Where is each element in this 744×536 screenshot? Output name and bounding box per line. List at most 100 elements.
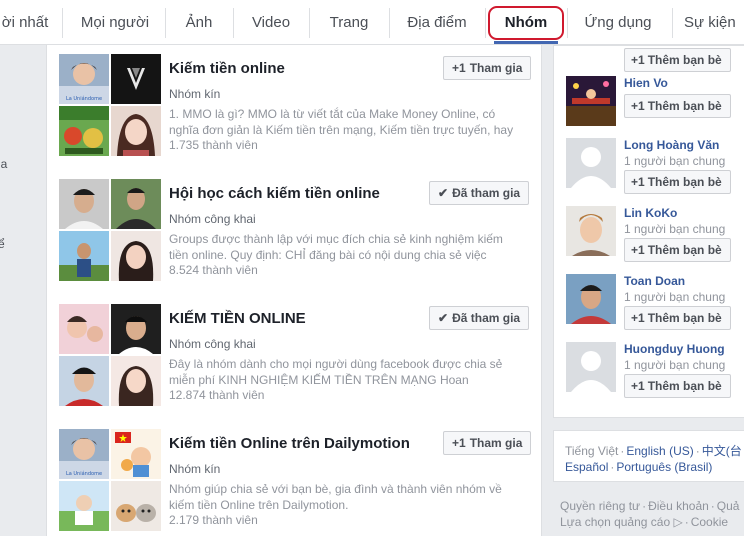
group-description: Đây là nhóm dành cho mọi người dùng face… bbox=[169, 357, 503, 387]
member-photo bbox=[111, 231, 161, 281]
tab-groups[interactable]: Nhóm bbox=[494, 0, 558, 44]
check-icon: ✔ bbox=[438, 311, 449, 325]
language-link[interactable]: Português (Brasil) bbox=[616, 460, 712, 474]
group-result: La Uniándome Kiếm tiền online Nhóm kín 1… bbox=[59, 54, 532, 158]
person-avatar[interactable] bbox=[566, 138, 616, 188]
group-title-link[interactable]: KIẾM TIỀN ONLINE bbox=[169, 310, 306, 327]
cookies-link[interactable]: Cookie bbox=[691, 515, 728, 529]
tab-top[interactable]: ời nhất bbox=[0, 0, 50, 44]
tab-videos[interactable]: Video bbox=[234, 0, 308, 44]
join-icon: +1 bbox=[452, 61, 466, 75]
member-photo bbox=[111, 429, 161, 479]
add-friend-label: Thêm bạn bè bbox=[647, 311, 722, 325]
terms-link[interactable]: Điều khoản bbox=[648, 499, 709, 513]
join-group-button[interactable]: +1 Tham gia bbox=[443, 56, 532, 80]
mutual-friends[interactable]: 1 người bạn chung bbox=[624, 222, 725, 236]
add-friend-button[interactable]: +1 Thêm bạn bè bbox=[624, 48, 731, 72]
member-photo bbox=[111, 356, 161, 406]
ads-link[interactable]: Quả bbox=[717, 499, 740, 513]
add-friend-label: Thêm bạn bè bbox=[647, 99, 722, 113]
privacy-link[interactable]: Quyền riêng tư bbox=[560, 499, 640, 513]
group-member-count: 2.179 thành viên bbox=[169, 513, 258, 527]
person-suggestion: Toan Doan 1 người bạn chung +1 Thêm bạn b… bbox=[566, 274, 744, 338]
group-member-count: 1.735 thành viên bbox=[169, 138, 258, 152]
language-link[interactable]: English (US) bbox=[626, 444, 693, 458]
mutual-friends[interactable]: 1 người bạn chung bbox=[624, 154, 725, 168]
member-photo bbox=[111, 179, 161, 229]
group-result: Hội học cách kiếm tiền online Nhóm công … bbox=[59, 179, 531, 283]
group-description: Groups được thành lập với mục đích chia … bbox=[169, 232, 503, 262]
ad-choices-link[interactable]: Lựa chọn quảng cáo bbox=[560, 515, 670, 529]
group-cover-grid[interactable] bbox=[59, 179, 161, 281]
check-icon: ✔ bbox=[438, 186, 449, 200]
member-photo bbox=[59, 304, 109, 354]
add-friend-label: Thêm bạn bè bbox=[647, 379, 722, 393]
person-name-link[interactable]: Lin KoKo bbox=[624, 206, 677, 220]
person-name-link[interactable]: Hien Vo bbox=[624, 76, 668, 90]
group-privacy: Nhóm kín bbox=[169, 462, 221, 476]
add-friend-label: Thêm bạn bè bbox=[647, 175, 722, 189]
group-results: La Uniándome Kiếm tiền online Nhóm kín 1… bbox=[46, 45, 542, 536]
add-friend-icon: +1 bbox=[631, 175, 645, 189]
group-cover-grid[interactable] bbox=[59, 304, 161, 406]
tab-places[interactable]: Địa điểm bbox=[390, 0, 484, 44]
add-friend-button[interactable]: +1 Thêm bạn bè bbox=[624, 170, 731, 194]
person-suggestion: +1 Thêm bạn bè bbox=[566, 16, 744, 80]
join-icon: +1 bbox=[452, 436, 466, 450]
mutual-friends[interactable]: 1 người bạn chung bbox=[624, 358, 725, 372]
group-title-link[interactable]: Hội học cách kiếm tiền online bbox=[169, 185, 380, 202]
person-suggestion: Lin KoKo 1 người bạn chung +1 Thêm bạn bè bbox=[566, 206, 744, 270]
language-link[interactable]: Español bbox=[565, 460, 608, 474]
tab-divider bbox=[485, 8, 486, 38]
add-friend-icon: +1 bbox=[631, 53, 645, 67]
mutual-friends[interactable]: 1 người bạn chung bbox=[624, 290, 725, 304]
language-link[interactable]: 中文(台 bbox=[702, 444, 742, 458]
member-photo bbox=[59, 231, 109, 281]
group-title-link[interactable]: Kiếm tiền online bbox=[169, 60, 285, 77]
group-member-count: 8.524 thành viên bbox=[169, 263, 258, 277]
member-photo bbox=[111, 106, 161, 156]
person-suggestion: Long Hoàng Văn 1 người bạn chung +1 Thêm … bbox=[566, 138, 744, 202]
people-suggestions: +1 Thêm bạn bè Hien Vo +1 Thêm bạn bè Long… bbox=[553, 45, 744, 418]
left-sidebar-text[interactable]: ể bbox=[0, 237, 5, 251]
tab-photos[interactable]: Ảnh bbox=[166, 0, 232, 44]
separator-dot: · bbox=[642, 499, 647, 513]
joined-group-button[interactable]: ✔ Đã tham gia bbox=[429, 181, 530, 205]
group-member-count: 12.874 thành viên bbox=[169, 388, 265, 402]
member-photo bbox=[111, 304, 161, 354]
add-friend-label: Thêm bạn bè bbox=[647, 53, 722, 67]
separator-dot: · bbox=[710, 499, 715, 513]
person-suggestion: Huongduy Huong 1 người bạn chung +1 Thêm … bbox=[566, 342, 744, 406]
person-name-link[interactable]: Toan Doan bbox=[624, 274, 685, 288]
right-footer-area: Tiếng Việt · English (US) · 中文(台 Español · Por… bbox=[553, 430, 744, 536]
group-cover-grid[interactable]: La Uniándome bbox=[59, 429, 161, 531]
current-language: Tiếng Việt bbox=[565, 444, 619, 458]
group-result: KIẾM TIỀN ONLINE Nhóm công khai Đây là n… bbox=[59, 304, 531, 408]
person-avatar[interactable] bbox=[566, 206, 616, 256]
group-description: Nhóm giúp chia sẻ với bạn bè, gia đình v… bbox=[169, 482, 502, 512]
left-sidebar-text[interactable]: ia bbox=[0, 157, 7, 171]
person-avatar[interactable] bbox=[566, 76, 616, 126]
tab-people[interactable]: Mọi người bbox=[66, 0, 164, 44]
add-friend-icon: +1 bbox=[631, 243, 645, 257]
ad-choices-icon: ▷ bbox=[670, 515, 683, 529]
group-cover-grid[interactable]: La Uniándome bbox=[59, 54, 161, 156]
add-friend-button[interactable]: +1 Thêm bạn bè bbox=[624, 94, 731, 118]
person-name-link[interactable]: Long Hoàng Văn bbox=[624, 138, 719, 152]
person-avatar[interactable] bbox=[566, 274, 616, 324]
joined-group-button[interactable]: ✔ Đã tham gia bbox=[429, 306, 530, 330]
add-friend-icon: +1 bbox=[631, 379, 645, 393]
add-friend-button[interactable]: +1 Thêm bạn bè bbox=[624, 374, 731, 398]
add-friend-button[interactable]: +1 Thêm bạn bè bbox=[624, 306, 731, 330]
tab-pages[interactable]: Trang bbox=[310, 0, 388, 44]
person-avatar[interactable] bbox=[566, 342, 616, 392]
add-friend-label: Thêm bạn bè bbox=[647, 243, 722, 257]
tab-divider bbox=[62, 8, 63, 38]
add-friend-button[interactable]: +1 Thêm bạn bè bbox=[624, 238, 731, 262]
group-title-link[interactable]: Kiếm tiền Online trên Dailymotion bbox=[169, 435, 410, 452]
svg-text:La Uniándome: La Uniándome bbox=[66, 470, 102, 477]
add-friend-icon: +1 bbox=[631, 99, 645, 113]
person-name-link[interactable]: Huongduy Huong bbox=[624, 342, 725, 356]
left-sidebar-edge: ia ể bbox=[0, 45, 40, 536]
join-group-button[interactable]: +1 Tham gia bbox=[443, 431, 532, 455]
